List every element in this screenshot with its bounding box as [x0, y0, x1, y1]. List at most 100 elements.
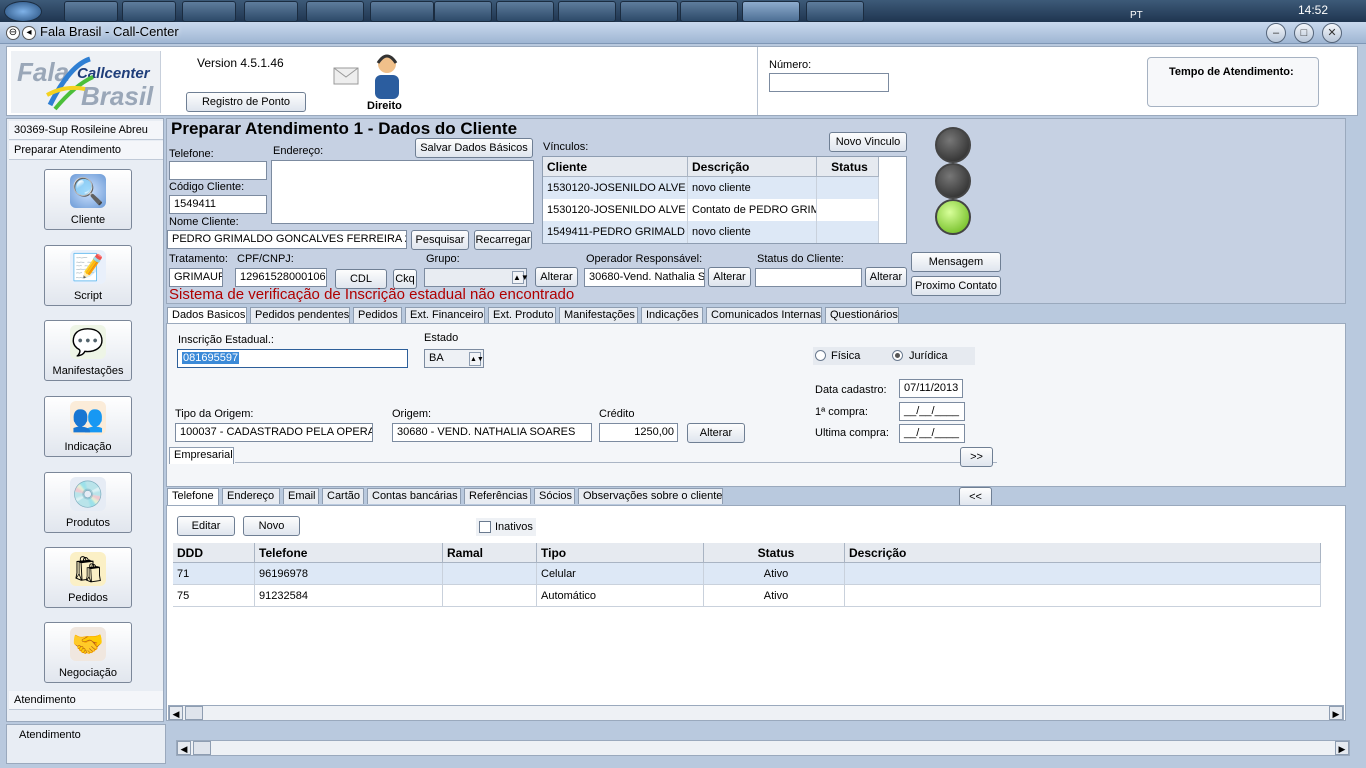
table-row[interactable]: 1549411-PEDRO GRIMALD novo cliente [543, 221, 879, 243]
scroll-thumb[interactable] [193, 741, 211, 755]
vinculos-header-descricao[interactable]: Descrição [688, 157, 817, 177]
scroll-thumb[interactable] [185, 706, 203, 720]
operador-alterar-button[interactable]: Alterar [708, 267, 751, 287]
estado-chevron-down-icon[interactable]: ▲▼ [469, 352, 484, 366]
salvar-dados-basicos-button[interactable]: Salvar Dados Básicos [415, 138, 533, 158]
expand-button[interactable]: >> [960, 447, 993, 467]
scroll-right-icon[interactable]: ▶ [1335, 741, 1349, 755]
status-cliente-input[interactable] [755, 268, 862, 287]
nav-produtos-button[interactable]: 💿 Produtos [44, 472, 132, 533]
phones-header-status[interactable]: Status [704, 543, 845, 563]
juridica-radio[interactable] [892, 350, 903, 361]
table-row[interactable]: 1530120-JOSENILDO ALVE Contato de PEDRO … [543, 199, 879, 221]
restore-arrow-icon[interactable]: ◂ [22, 26, 36, 40]
sidebar-atendimento[interactable]: Atendimento [9, 691, 163, 710]
phones-header-tipo[interactable]: Tipo [537, 543, 704, 563]
table-row[interactable]: 75 91232584 Automático Ativo [173, 585, 1321, 607]
tab-cartao[interactable]: Cartão [322, 488, 364, 504]
envelope-icon[interactable] [333, 67, 359, 85]
tab-questionarios[interactable]: Questionários [825, 307, 899, 323]
recarregar-button[interactable]: Recarregar [474, 230, 532, 250]
taskbar-app-folder-icon[interactable] [122, 1, 176, 22]
cpf-cnpj-input[interactable]: 12961528000106 [235, 268, 327, 287]
nav-manifestacoes-button[interactable]: 💬 Manifestações [44, 320, 132, 381]
minimize-icon[interactable]: – [1266, 23, 1286, 43]
user-headset-icon[interactable] [369, 51, 405, 101]
app-menu-icon[interactable]: ⊖ [6, 26, 20, 40]
pesquisar-button[interactable]: Pesquisar [411, 230, 469, 250]
inativos-checkbox[interactable] [479, 521, 491, 533]
phones-header-ddd[interactable]: DDD [173, 543, 255, 563]
tab-dados-basicos[interactable]: Dados Basicos [167, 307, 247, 324]
vinculos-header-cliente[interactable]: Cliente [543, 157, 688, 177]
sidebar-section-preparar[interactable]: Preparar Atendimento [9, 141, 163, 160]
tab-comunicados-internas[interactable]: Comunicados Internas [706, 307, 822, 323]
nav-pedidos-button[interactable]: 🛍 Pedidos [44, 547, 132, 608]
tab-manifestacoes[interactable]: Manifestações [559, 307, 638, 323]
telefone-input[interactable] [169, 161, 267, 180]
status-alterar-button[interactable]: Alterar [865, 267, 907, 287]
tab-empresarial[interactable]: Empresarial [169, 447, 234, 464]
language-indicator[interactable]: PT [1130, 10, 1143, 21]
maximize-icon[interactable]: □ [1294, 23, 1314, 43]
table-row[interactable]: 1530120-JOSENILDO ALVE novo cliente [543, 177, 879, 199]
taskbar-app-1-icon[interactable] [370, 1, 434, 22]
data-cadastro-input[interactable]: 07/11/2013 [899, 379, 963, 398]
fisica-radio[interactable] [815, 350, 826, 361]
taskbar-app-active-icon[interactable] [742, 1, 800, 22]
taskbar-app-user-icon[interactable] [434, 1, 492, 22]
taskbar-app-ie-icon[interactable] [64, 1, 118, 22]
scroll-left-icon[interactable]: ◀ [177, 741, 191, 755]
tab-ext-financeiro[interactable]: Ext. Financeiro [405, 307, 485, 323]
table-row[interactable]: 71 96196978 Celular Ativo [173, 563, 1321, 585]
panel-horizontal-scrollbar[interactable]: ◀ ▶ [168, 705, 1344, 721]
tab-pedidos[interactable]: Pedidos [353, 307, 402, 323]
taskbar-app-excel-icon[interactable] [620, 1, 678, 22]
taskbar-app-chrome-icon[interactable] [244, 1, 298, 22]
tab-pedidos-pendentes[interactable]: Pedidos pendentes [250, 307, 350, 323]
phones-header-telefone[interactable]: Telefone [255, 543, 443, 563]
nav-cliente-button[interactable]: 🔍 Cliente [44, 169, 132, 230]
phones-header-ramal[interactable]: Ramal [443, 543, 537, 563]
tratamento-input[interactable]: GRIMAUR [169, 268, 223, 287]
nav-negociacao-button[interactable]: 🤝 Negociação [44, 622, 132, 683]
taskbar-app-mail-icon[interactable] [558, 1, 616, 22]
phones-header-descricao[interactable]: Descrição [845, 543, 1321, 563]
numero-input[interactable] [769, 73, 889, 92]
novo-vinculo-button[interactable]: Novo Vinculo [829, 132, 907, 152]
tab-socios[interactable]: Sócios [534, 488, 575, 504]
taskbar-app-firefox-icon[interactable] [306, 1, 364, 22]
editar-button[interactable]: Editar [177, 516, 235, 536]
scroll-left-icon[interactable]: ◀ [169, 706, 183, 720]
primeira-compra-input[interactable]: __/__/____ [899, 402, 965, 421]
ultima-compra-input[interactable]: __/__/____ [899, 424, 965, 443]
tab-endereco[interactable]: Endereço [222, 488, 280, 504]
window-horizontal-scrollbar[interactable]: ◀ ▶ [176, 740, 1350, 756]
taskbar-app-2-icon[interactable] [496, 1, 554, 22]
grupo-alterar-button[interactable]: Alterar [535, 267, 578, 287]
tab-indicacoes[interactable]: Indicações [641, 307, 703, 323]
scroll-right-icon[interactable]: ▶ [1329, 706, 1343, 720]
tab-contas-bancarias[interactable]: Contas bancárias [367, 488, 461, 504]
close-icon[interactable]: ✕ [1322, 23, 1342, 43]
nome-cliente-input[interactable]: PEDRO GRIMALDO GONCALVES FERREIRA 2374 [167, 230, 407, 249]
collapse-button[interactable]: << [959, 487, 992, 507]
endereco-textarea[interactable] [271, 160, 534, 224]
operador-input[interactable]: 30680-Vend. Nathalia S [584, 268, 705, 287]
mensagem-button[interactable]: Mensagem [911, 252, 1001, 272]
registro-de-ponto-button[interactable]: Registro de Ponto [186, 92, 306, 112]
tab-email[interactable]: Email [283, 488, 319, 504]
codigo-cliente-input[interactable]: 1549411 [169, 195, 267, 214]
start-orb-icon[interactable] [4, 1, 42, 22]
tab-ext-produto[interactable]: Ext. Produto [488, 307, 556, 323]
credito-alterar-button[interactable]: Alterar [687, 423, 745, 443]
grupo-chevron-down-icon[interactable]: ▲▼ [512, 271, 529, 284]
proximo-contato-button[interactable]: Proximo Contato [911, 276, 1001, 296]
tab-referencias[interactable]: Referências [464, 488, 531, 504]
tab-observacoes[interactable]: Observações sobre o cliente [578, 488, 723, 504]
nav-indicacao-button[interactable]: 👥 Indicação [44, 396, 132, 457]
clock[interactable]: 14:52 [1298, 3, 1328, 17]
credito-input[interactable]: 1250,00 [599, 423, 678, 442]
inscricao-input[interactable]: 081695597 [177, 349, 408, 368]
tab-telefone[interactable]: Telefone [167, 488, 219, 505]
